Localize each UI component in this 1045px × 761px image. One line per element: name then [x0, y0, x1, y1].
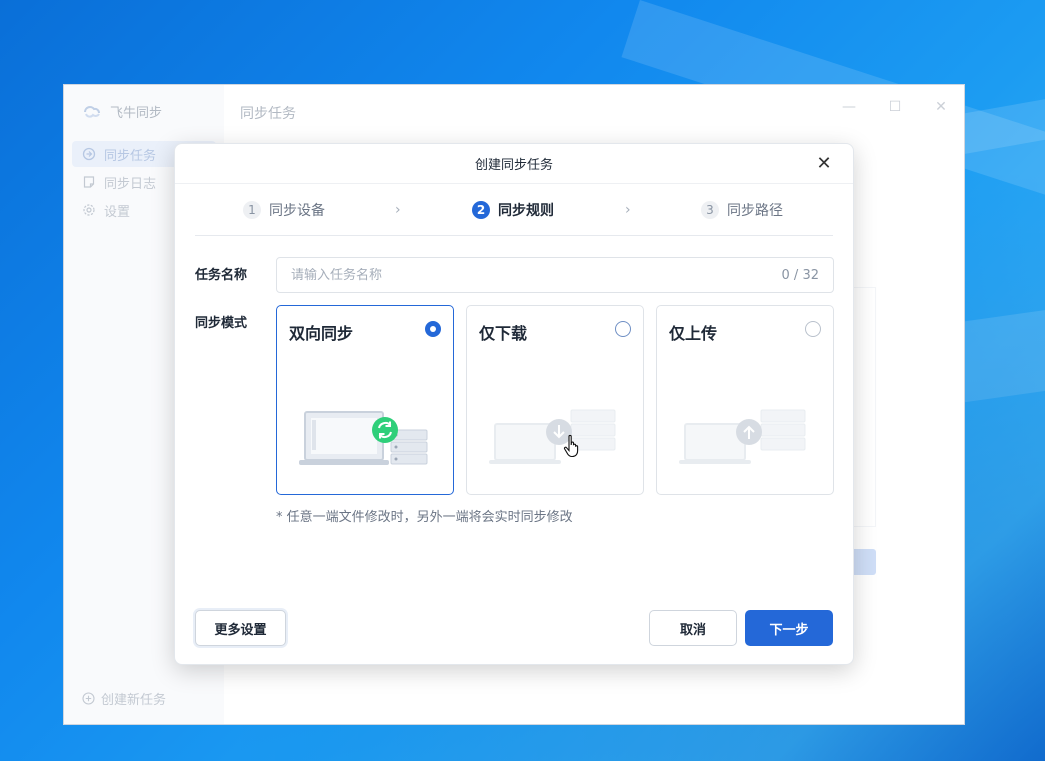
mode-title: 仅下载	[479, 324, 528, 343]
next-step-button[interactable]: 下一步	[745, 610, 833, 646]
step-label: 同步设备	[269, 202, 325, 219]
close-icon[interactable]: ✕	[815, 155, 833, 173]
hand-cursor-icon	[563, 434, 579, 458]
more-settings-button[interactable]: 更多设置	[195, 610, 286, 646]
two-way-sync-illustration	[299, 411, 428, 465]
step-number: 1	[243, 200, 261, 219]
task-name-input[interactable]	[291, 267, 691, 283]
create-sync-task-dialog: 创建同步任务 ✕ 1 同步设备 › 2 同步规则 › 3 同步路径 任务名称 0…	[174, 143, 854, 665]
char-counter: 0 / 32	[781, 267, 819, 283]
chevron-right-icon: ›	[625, 201, 631, 218]
stepper: 1 同步设备 › 2 同步规则 › 3 同步路径	[195, 184, 833, 236]
upload-arrow-icon	[736, 419, 762, 445]
mode-title: 双向同步	[289, 324, 354, 343]
upload-only-illustration	[679, 409, 806, 464]
download-only-illustration	[489, 409, 616, 464]
dialog-title: 创建同步任务	[474, 158, 553, 173]
step-number: 3	[701, 200, 719, 219]
mode-radio-two-way[interactable]	[425, 321, 441, 337]
mode-title: 仅上传	[669, 324, 718, 343]
sync-mode-label: 同步模式	[195, 316, 248, 331]
cancel-button[interactable]: 取消	[649, 610, 737, 646]
chevron-right-icon: ›	[395, 201, 401, 218]
step-sync-path: 3 同步路径	[701, 200, 783, 220]
mode-radio-download-only[interactable]	[615, 321, 631, 337]
dialog-header: 创建同步任务 ✕	[175, 144, 853, 184]
mode-card-download-only[interactable]: 仅下载	[466, 305, 644, 495]
step-sync-rules: 2 同步规则	[472, 200, 554, 220]
sync-arrows-icon	[372, 417, 398, 443]
step-number: 2	[472, 200, 490, 219]
mode-hint: * 任意一端文件修改时，另外一端将会实时同步修改	[276, 510, 573, 525]
task-name-field[interactable]: 0 / 32	[276, 257, 834, 293]
step-label: 同步规则	[498, 202, 554, 219]
mode-card-two-way[interactable]: 双向同步	[276, 305, 454, 495]
step-sync-device: 1 同步设备	[243, 200, 325, 220]
task-name-label: 任务名称	[195, 268, 248, 283]
step-label: 同步路径	[727, 202, 783, 219]
mode-radio-upload-only[interactable]	[805, 321, 821, 337]
mode-card-upload-only[interactable]: 仅上传	[656, 305, 834, 495]
